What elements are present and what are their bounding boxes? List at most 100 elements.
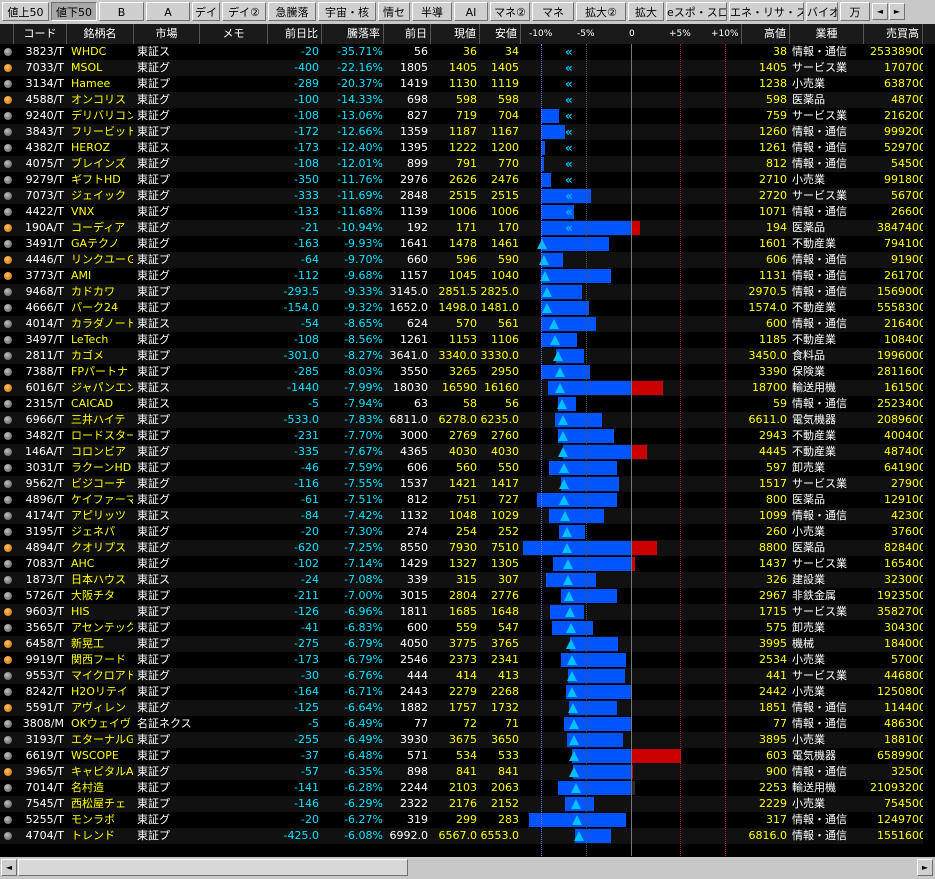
tab-item[interactable]: A <box>146 2 190 21</box>
cell-name[interactable]: ブレインズ <box>71 156 133 172</box>
table-row[interactable]: 4896/T ケイファーマ 東証グ -61 -7.51% 812 751 727 800 医薬品 1… <box>0 492 935 508</box>
table-row[interactable]: 4446/T リンクユーＧ 東証プ -64 -9.70% 660 596 590 606 情報・通… <box>0 252 935 268</box>
cell-name[interactable]: キャピタルA <box>71 764 133 780</box>
tabs-scroll-right-button[interactable]: ► <box>889 3 905 20</box>
tab-item[interactable]: 半導 <box>412 2 452 21</box>
cell-name[interactable]: FPパートナ <box>71 364 133 380</box>
table-row[interactable]: 5591/T アヴィレン 東証グ -125 -6.64% 1882 1757 1732 1851… <box>0 700 935 716</box>
tab-item[interactable]: eスポ・スロ <box>666 2 727 21</box>
tab-item[interactable]: 拡大 <box>628 2 664 21</box>
table-row[interactable]: 3823/T WHDC 東証ス -20 -35.71% 56 36 34 38 情報・通信 2533… <box>0 44 935 60</box>
cell-name[interactable]: OKウェイヴ <box>71 716 133 732</box>
table-row[interactable]: 3965/T キャピタルA 東証グ -57 -6.35% 898 841 841 900 情報・通… <box>0 764 935 780</box>
tab-item[interactable]: デイ② <box>222 2 266 21</box>
table-row[interactable]: 3482/T ロードスター 東証プ -231 -7.70% 3000 2769 2760 294… <box>0 428 935 444</box>
cell-name[interactable]: Hamee <box>71 76 133 92</box>
cell-name[interactable]: 新晃工 <box>71 636 133 652</box>
table-row[interactable]: 3808/M OKウェイヴ 名証ネクス -5 -6.49% 77 72 71 77 情報・通信 48… <box>0 716 935 732</box>
table-row[interactable]: 3134/T Hamee 東証プ -289 -20.37% 1419 1130 1119 123… <box>0 76 935 92</box>
cell-name[interactable]: コーディア <box>71 220 133 236</box>
table-row[interactable]: 3193/T エターナルG 東証プ -255 -6.49% 3930 3675 3650 389… <box>0 732 935 748</box>
cell-name[interactable]: GAテクノ <box>71 236 133 252</box>
scroll-left-button[interactable]: ◄ <box>1 859 17 876</box>
tab-item[interactable]: 情セ <box>378 2 410 21</box>
vertical-scrollbar[interactable] <box>923 44 935 856</box>
header-memo[interactable]: メモ <box>200 24 268 44</box>
table-row[interactable]: 4014/T カラダノート 東証ス -54 -8.65% 624 570 561 600 情報・通… <box>0 316 935 332</box>
cell-name[interactable]: 西松屋チェ <box>71 796 133 812</box>
header-code[interactable]: コード <box>14 24 67 44</box>
cell-name[interactable]: 三井ハイテ <box>71 412 133 428</box>
tab-item[interactable]: 急騰落 <box>268 2 316 21</box>
cell-name[interactable]: クオリプス <box>71 540 133 556</box>
table-row[interactable]: 3031/T ラクーンHD 東証プ -46 -7.59% 606 560 550 597 卸売業 6… <box>0 460 935 476</box>
table-row[interactable]: 2811/T カゴメ 東証プ -301.0 -8.27% 3641.0 3340.0 3330… <box>0 348 935 364</box>
tab-item[interactable]: マネ <box>532 2 574 21</box>
cell-name[interactable]: MSOL <box>71 60 133 76</box>
table-row[interactable]: 3497/T LeTech 東証グ -108 -8.56% 1261 1153 1106 118… <box>0 332 935 348</box>
table-row[interactable]: 7033/T MSOL 東証グ -400 -22.16% 1805 1405 1405 1405… <box>0 60 935 76</box>
table-row[interactable]: 5255/T モンラボ 東証グ -20 -6.27% 319 299 283 317 情報・通信 1… <box>0 812 935 828</box>
scroll-right-button[interactable]: ► <box>917 859 933 876</box>
table-row[interactable]: 4174/T アピリッツ 東証ス -84 -7.42% 1132 1048 1029 1099 情… <box>0 508 935 524</box>
cell-name[interactable]: オンコリス <box>71 92 133 108</box>
cell-name[interactable]: ケイファーマ <box>71 492 133 508</box>
cell-name[interactable]: HEROZ <box>71 140 133 156</box>
table-row[interactable]: 6016/T ジャパンエン 東証ス -1440 -7.99% 18030 16590 1616… <box>0 380 935 396</box>
table-row[interactable]: 7073/T ジェイック 東証グ -333 -11.69% 2848 2515 2515 272… <box>0 188 935 204</box>
table-row[interactable]: 3773/T AMI 東証グ -112 -9.68% 1157 1045 1040 1131 情報… <box>0 268 935 284</box>
tab-item[interactable]: 値上50 <box>2 2 49 21</box>
cell-name[interactable]: モンラボ <box>71 812 133 828</box>
table-row[interactable]: 7388/T FPパートナ 東証プ -285 -8.03% 3550 3265 2950 339… <box>0 364 935 380</box>
table-row[interactable]: 9279/T ギフトHD 東証プ -350 -11.76% 2976 2626 2476 271… <box>0 172 935 188</box>
header-volume[interactable]: 売買高 <box>864 24 923 44</box>
cell-name[interactable]: ロードスター <box>71 428 133 444</box>
table-row[interactable]: 9468/T カドカワ 東証プ -293.5 -9.33% 3145.0 2851.5 282… <box>0 284 935 300</box>
table-row[interactable]: 4894/T クオリプス 東証グ -620 -7.25% 8550 7930 7510 8800… <box>0 540 935 556</box>
cell-name[interactable]: カゴメ <box>71 348 133 364</box>
table-row[interactable]: 2315/T CAICAD 東証ス -5 -7.94% 63 58 56 59 情報・通信 2523… <box>0 396 935 412</box>
header-name[interactable]: 銘柄名 <box>67 24 134 44</box>
tab-item[interactable]: 拡大② <box>576 2 626 21</box>
cell-name[interactable]: パーク24 <box>71 300 133 316</box>
cell-name[interactable]: カドカワ <box>71 284 133 300</box>
tab-item[interactable]: マネ② <box>490 2 530 21</box>
table-row[interactable]: 190A/T コーディア 東証グ -21 -10.94% 192 171 170 194 医薬品 3… <box>0 220 935 236</box>
cell-name[interactable]: ジャパンエン <box>71 380 133 396</box>
header-price[interactable]: 現値 <box>431 24 480 44</box>
tab-item[interactable]: バイオ <box>806 2 838 21</box>
header-change[interactable]: 前日比 <box>268 24 322 44</box>
table-row[interactable]: 6619/T WSCOPE 東証プ -37 -6.48% 571 534 533 603 電気機器… <box>0 748 935 764</box>
cell-name[interactable]: LeTech <box>71 332 133 348</box>
table-row[interactable]: 3565/T アセンテック 東証プ -41 -6.83% 600 559 547 575 卸売業 3… <box>0 620 935 636</box>
cell-name[interactable]: フリービット <box>71 124 133 140</box>
cell-name[interactable]: HIS <box>71 604 133 620</box>
table-row[interactable]: 4382/T HEROZ 東証ス -173 -12.40% 1395 1222 1200 126… <box>0 140 935 156</box>
table-row[interactable]: 8242/T H2Oリテイ 東証プ -164 -6.71% 2443 2279 2268 244… <box>0 684 935 700</box>
table-row[interactable]: 9603/T HIS 東証プ -126 -6.96% 1811 1685 1648 1715 サー… <box>0 604 935 620</box>
cell-name[interactable]: 日本ハウス <box>71 572 133 588</box>
cell-name[interactable]: アヴィレン <box>71 700 133 716</box>
cell-name[interactable]: アピリッツ <box>71 508 133 524</box>
cell-name[interactable]: コロンビア <box>71 444 133 460</box>
cell-name[interactable]: CAICAD <box>71 396 133 412</box>
cell-name[interactable]: ジェネパ <box>71 524 133 540</box>
cell-name[interactable]: リンクユーＧ <box>71 252 133 268</box>
cell-name[interactable]: ラクーンHD <box>71 460 133 476</box>
cell-name[interactable]: トレンド <box>71 828 133 844</box>
header-sector[interactable]: 業種 <box>790 24 864 44</box>
table-row[interactable]: 4588/T オンコリス 東証グ -100 -14.33% 698 598 598 598 医薬品… <box>0 92 935 108</box>
cell-name[interactable]: カラダノート <box>71 316 133 332</box>
table-row[interactable]: 146A/T コロンビア 東証グ -335 -7.67% 4365 4030 4030 4445… <box>0 444 935 460</box>
header-market[interactable]: 市場 <box>134 24 200 44</box>
table-row[interactable]: 4075/T ブレインズ 東証グ -108 -12.01% 899 791 770 812 情報・… <box>0 156 935 172</box>
table-row[interactable]: 4704/T トレンド 東証プ -425.0 -6.08% 6992.0 6567.0 655… <box>0 828 935 844</box>
table-row[interactable]: 1873/T 日本ハウス 東証ス -24 -7.08% 339 315 307 326 建設業 32… <box>0 572 935 588</box>
tab-item[interactable]: デイ <box>192 2 220 21</box>
table-row[interactable]: 5726/T 大阪チタ 東証プ -211 -7.00% 3015 2804 2776 2967 非… <box>0 588 935 604</box>
tab-item[interactable]: B <box>99 2 144 21</box>
tab-item[interactable]: エネ・リサ・スロ <box>729 2 804 21</box>
table-row[interactable]: 9562/T ビジコーチ 東証グ -116 -7.55% 1537 1421 1417 1517… <box>0 476 935 492</box>
scroll-thumb[interactable] <box>18 859 408 876</box>
table-row[interactable]: 6966/T 三井ハイテ 東証プ -533.0 -7.83% 6811.0 6278.0 62… <box>0 412 935 428</box>
